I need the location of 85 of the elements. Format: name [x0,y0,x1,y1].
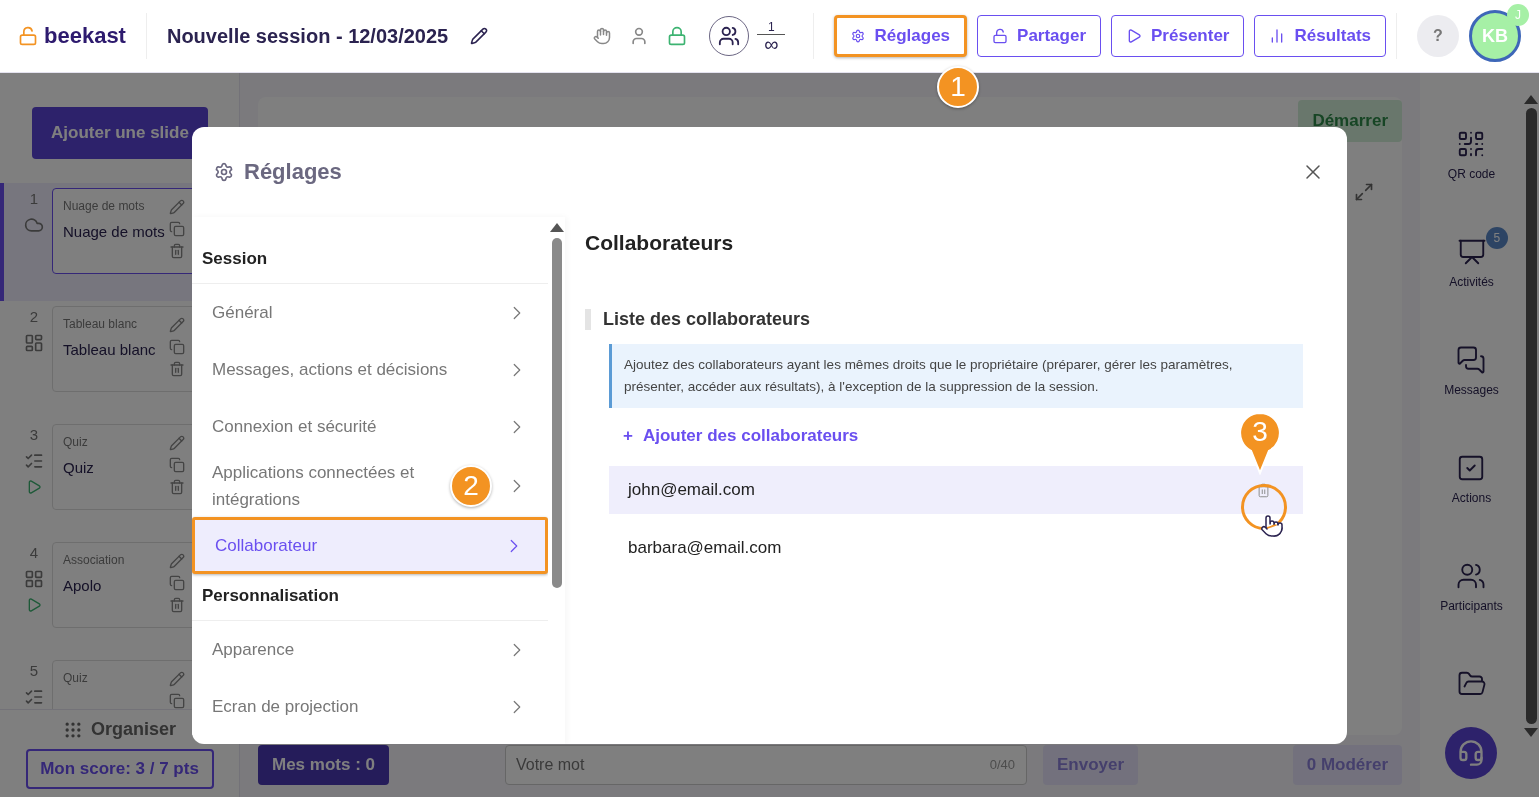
step-marker: 3 [1238,411,1282,475]
board-icon [24,333,44,353]
slide-row[interactable]: 3 Quiz Quiz [0,419,192,537]
slide-type: Association [63,553,125,567]
pencil-icon[interactable] [470,27,489,45]
rail-item[interactable]: Actions [1451,453,1492,505]
trash-icon[interactable] [169,243,185,259]
add-slide-button[interactable]: Ajouter une slide [32,107,208,159]
play-icon[interactable] [26,597,42,613]
slide-row[interactable]: 2 Tableau blanc Tableau blanc [0,301,192,419]
info-note: Ajoutez des collaborateurs ayant les mêmes droits que le propriétaire (préparer, gérer les paramètres, présenter, accéder aux résultats), à l'exception de la suppression de la session. [609,344,1303,408]
copy-icon[interactable] [169,221,185,237]
cloud-icon [24,215,44,235]
slide-number: 3 [29,426,39,443]
checklist-icon [24,451,44,471]
slide-card[interactable]: Association Apolo [52,542,192,628]
users-icon [1456,561,1487,591]
collaborator-email: john@email.com [628,480,755,500]
slide-number: 5 [29,662,39,679]
copy-icon[interactable] [169,693,185,709]
slide-number: 4 [29,544,39,561]
slide-title: Nuage de mots [63,223,165,240]
dialog-title: Réglages [244,159,343,185]
rail-item[interactable]: Participants [1440,561,1503,613]
logo: beekast [44,23,126,49]
slide-type: Tableau blanc [63,317,139,331]
trash-icon[interactable] [169,361,185,377]
avatar-badge: J [1507,4,1529,26]
slide-type: Quiz [63,671,88,685]
copy-icon[interactable] [169,457,185,473]
list-title: Liste des collaborateurs [585,309,1303,330]
users-icon [718,25,741,47]
logo-icon [18,26,38,46]
slide-card[interactable]: Quiz [52,660,192,709]
slide-number: 1 [29,190,39,207]
checklist-icon [24,687,44,707]
trash-icon[interactable] [169,479,185,495]
header-button[interactable]: Réglages [834,15,968,57]
messages-icon [1456,345,1487,375]
settings-icon [851,29,866,43]
hand-icon[interactable] [593,27,612,45]
score-button[interactable]: Mon score: 3 / 7 pts [25,749,214,789]
trash-icon[interactable] [169,597,185,613]
slide-row[interactable]: 4 Association Apolo [0,537,192,655]
play-icon [1126,28,1143,44]
hand-cursor-icon [1260,514,1284,538]
collaborator-row[interactable]: john@email.com [609,466,1303,514]
count-badge: 5 [1485,227,1508,249]
session-title: Nouvelle session - 12/03/2025 [166,24,449,48]
slide-card[interactable]: Nuage de mots Nuage de mots [52,188,192,274]
slide-number: 2 [29,308,39,325]
organise-button[interactable]: Organiser [56,718,182,741]
header-button[interactable]: Partager [977,15,1102,57]
collaborator-row[interactable]: barbara@email.com [609,524,1303,572]
lock-icon[interactable] [667,26,688,46]
play-icon[interactable] [26,479,42,495]
slide-title: Quiz [63,459,94,476]
headset-icon [1457,739,1485,767]
add-collaborators-link[interactable]: + Ajouter des collaborateurs [623,426,859,446]
slide-type: Quiz [63,435,89,449]
rail-item[interactable]: Messages [1444,345,1499,397]
slide-type: Nuage de mots [63,199,146,213]
header-button[interactable]: Résultats [1254,15,1386,57]
slide-row[interactable]: 1 Nuage de mots Nuage de mots [0,183,192,301]
nav-item[interactable]: Collaborateur [192,517,548,574]
header-button[interactable]: Présenter [1111,15,1245,57]
expand-icon[interactable] [1354,182,1374,202]
slide-row[interactable]: 5 Quiz [0,655,192,709]
my-words-button[interactable]: Mes mots : 0 [258,745,389,785]
settings-icon [214,162,234,182]
participant-count: 1 [757,19,786,35]
collaborator-email: barbara@email.com [628,538,782,558]
copy-icon[interactable] [169,339,185,355]
copy-icon[interactable] [169,575,185,591]
lock-icon [992,28,1009,44]
board-icon [1456,237,1487,267]
grid-icon [24,569,44,589]
participant-limit: ∞ [764,34,779,53]
rail-item[interactable]: QR code [1447,129,1496,181]
slide-card[interactable]: Quiz Quiz [52,424,192,510]
slide-title: Tableau blanc [63,341,156,358]
slide-title: Apolo [63,577,103,594]
help-button[interactable]: ? [1417,15,1459,57]
slide-card[interactable]: Tableau blanc Tableau blanc [52,306,192,392]
section-heading: Collaborateurs [585,231,735,255]
